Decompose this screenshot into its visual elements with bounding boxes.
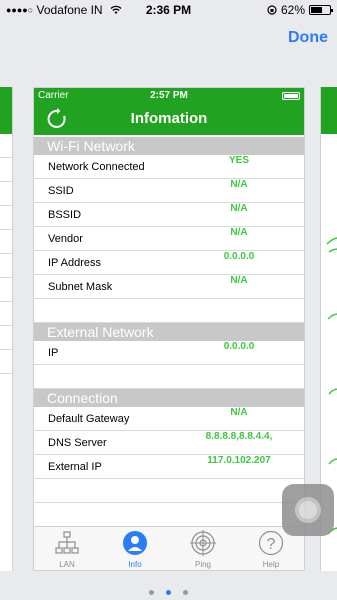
tab-label: Info: [128, 560, 142, 569]
row-bssid: BSSID N/A: [34, 203, 304, 227]
inner-time: 2:57 PM: [150, 90, 188, 101]
tab-info[interactable]: Info: [115, 530, 155, 569]
row-value: N/A: [230, 227, 248, 238]
row-value: 117.0.102.207: [207, 455, 271, 466]
target-icon: [190, 530, 216, 556]
tab-bar: LAN Info Ping ? Help: [34, 526, 304, 570]
row-ssid: SSID N/A: [34, 179, 304, 203]
row-dns-server: DNS Server 8.8.8.8,8.8.4.4,: [34, 431, 304, 455]
row-value: N/A: [230, 203, 248, 214]
assistive-touch-button[interactable]: [282, 484, 334, 536]
row-value: N/A: [230, 179, 248, 190]
page-dot-active[interactable]: [166, 590, 171, 595]
row-network-connected: Network Connected YES: [34, 155, 304, 179]
row-label: DNS Server: [48, 437, 107, 449]
row-label: Network Connected: [48, 161, 145, 173]
row-subnet-mask: Subnet Mask N/A: [34, 275, 304, 299]
previous-card-preview[interactable]: [0, 87, 13, 571]
page-control[interactable]: [0, 582, 337, 600]
row-vendor: Vendor N/A: [34, 227, 304, 251]
section-header-connection: Connection: [34, 389, 304, 407]
section-header-wifi: Wi-Fi Network: [34, 137, 304, 155]
row-label: BSSID: [48, 209, 82, 221]
tab-label: LAN: [59, 560, 75, 569]
rotation-lock-icon: [267, 5, 277, 15]
nav-bar: Infomation: [34, 105, 304, 135]
section-header-external: External Network: [34, 323, 304, 341]
spacer-row: [34, 479, 304, 503]
tab-lan[interactable]: LAN: [47, 530, 87, 569]
row-value: 8.8.8.8,8.8.4.4,: [205, 431, 273, 442]
inner-status-bar: Carrier 2:57 PM: [34, 88, 304, 105]
row-value: N/A: [230, 275, 248, 286]
spacer-row: [34, 299, 304, 323]
row-value: 0.0.0.0: [223, 251, 255, 262]
tab-label: Ping: [194, 560, 211, 569]
done-button[interactable]: Done: [288, 29, 328, 47]
row-label: IP Address: [48, 257, 101, 269]
lan-icon: [55, 531, 79, 554]
person-icon: [123, 531, 147, 555]
spacer-row: [34, 365, 304, 389]
tab-label: Help: [262, 560, 280, 569]
page-dot[interactable]: [183, 590, 189, 595]
status-bar: ●●●●○ Vodafone IN 2:36 PM 62%: [0, 0, 337, 20]
row-value: 0.0.0.0: [223, 341, 255, 352]
battery-icon: [309, 5, 333, 15]
info-card: Carrier 2:57 PM Infomation Wi-Fi Network…: [33, 87, 305, 571]
row-label: Subnet Mask: [48, 281, 113, 293]
tab-ping[interactable]: Ping: [183, 530, 223, 569]
svg-text:?: ?: [267, 536, 276, 553]
row-external-ip-address: External IP 117.0.102.207: [34, 455, 304, 479]
row-label: Default Gateway: [48, 413, 130, 425]
row-value: YES: [228, 155, 249, 166]
row-external-ip: IP 0.0.0.0: [34, 341, 304, 365]
battery-percent: 62%: [280, 3, 305, 17]
row-value: N/A: [230, 407, 248, 418]
row-default-gateway: Default Gateway N/A: [34, 407, 304, 431]
row-label: Vendor: [48, 233, 83, 245]
row-label: IP: [48, 347, 59, 359]
row-label: SSID: [48, 185, 74, 197]
question-icon: ?: [258, 530, 284, 556]
page-dot[interactable]: [148, 590, 154, 595]
row-ip-address: IP Address 0.0.0.0: [34, 251, 304, 275]
inner-battery-icon: [282, 92, 300, 100]
page-title: Infomation: [130, 110, 208, 127]
tab-help[interactable]: ? Help: [251, 530, 291, 569]
row-label: External IP: [48, 461, 102, 473]
